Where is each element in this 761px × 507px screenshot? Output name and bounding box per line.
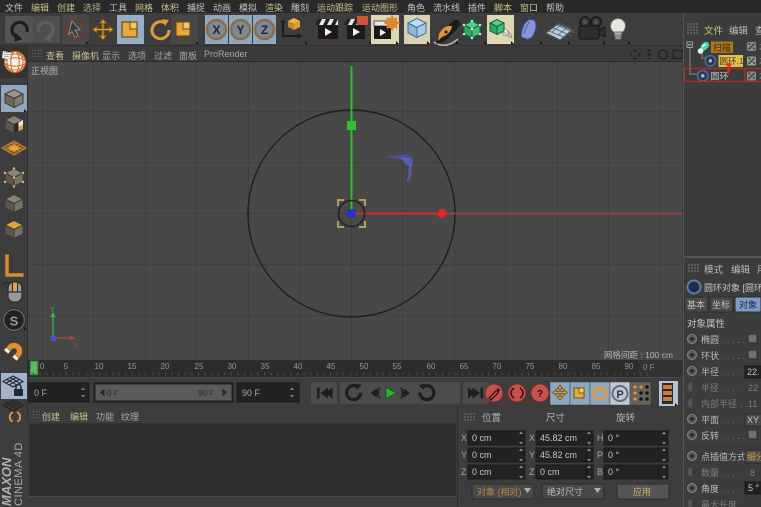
svg-text:22: 22 — [748, 383, 758, 393]
svg-text:0 F: 0 F — [34, 388, 48, 398]
svg-text:P: P — [616, 389, 623, 401]
svg-text:75: 75 — [526, 362, 535, 371]
svg-text:5 °: 5 ° — [748, 483, 760, 493]
svg-text:0 °: 0 ° — [608, 450, 620, 460]
svg-text:扫描: 扫描 — [713, 42, 731, 53]
svg-text:Y: Y — [529, 450, 535, 460]
svg-text:基本: 基本 — [687, 299, 705, 310]
svg-text:90: 90 — [625, 362, 634, 371]
svg-text:85: 85 — [592, 362, 601, 371]
svg-text:. .: . . — [740, 399, 748, 409]
svg-text:细分: 细分 — [747, 451, 761, 462]
svg-text:Y: Y — [236, 23, 244, 37]
svg-text:8: 8 — [750, 468, 755, 478]
svg-text:查: 查 — [755, 25, 761, 37]
svg-text:X: X — [529, 433, 535, 443]
svg-text:坐标: 坐标 — [712, 299, 730, 310]
svg-text:. . . .: . . . . — [722, 468, 740, 478]
svg-text:位置: 位置 — [482, 412, 501, 424]
svg-text:旋转: 旋转 — [616, 412, 636, 424]
svg-text:0 °: 0 ° — [608, 433, 620, 443]
svg-text:文件: 文件 — [704, 25, 724, 37]
svg-text:模式: 模式 — [704, 264, 724, 276]
svg-text:0 F: 0 F — [643, 363, 655, 372]
svg-text:Y: Y — [461, 450, 467, 460]
svg-text:0 cm: 0 cm — [472, 450, 492, 460]
svg-text:. . . .: . . . . — [722, 415, 740, 425]
svg-text:22.: 22. — [747, 367, 760, 377]
svg-text:编辑: 编辑 — [731, 264, 751, 276]
svg-text:65: 65 — [460, 362, 469, 371]
svg-text:90 F: 90 F — [242, 388, 261, 398]
svg-text:Z: Z — [461, 467, 467, 477]
svg-text:用: 用 — [757, 265, 761, 276]
svg-text:35: 35 — [261, 362, 270, 371]
svg-text:45: 45 — [327, 362, 336, 371]
svg-text:环状: 环状 — [701, 350, 719, 361]
svg-text:Y: Y — [50, 307, 55, 314]
svg-text:. . . . . .: . . . . . . — [722, 351, 750, 361]
svg-text:. . . . . .: . . . . . . — [722, 335, 750, 345]
svg-text:0 cm: 0 cm — [472, 467, 492, 477]
svg-text:80: 80 — [559, 362, 568, 371]
svg-text:反转: 反转 — [701, 430, 719, 441]
svg-text:. . . .: . . . . — [722, 484, 740, 494]
svg-text:?: ? — [537, 389, 543, 400]
svg-text:0 cm: 0 cm — [540, 467, 560, 477]
svg-text:40: 40 — [294, 362, 303, 371]
svg-text:. . . .: . . . . — [722, 383, 740, 393]
svg-text:0 cm: 0 cm — [472, 433, 492, 443]
svg-text:70: 70 — [493, 362, 502, 371]
svg-text:10: 10 — [95, 362, 104, 371]
svg-text:尺寸: 尺寸 — [546, 412, 566, 424]
svg-text:90 F: 90 F — [198, 389, 214, 398]
svg-text:圆环.1: 圆环.1 — [720, 56, 744, 66]
svg-text:X: X — [461, 433, 467, 443]
svg-text:50: 50 — [360, 362, 369, 371]
svg-text:Z: Z — [529, 467, 535, 477]
svg-text:H: H — [597, 433, 604, 443]
svg-text:XY: XY — [747, 415, 759, 425]
svg-text:内部半径: 内部半径 — [701, 398, 737, 409]
svg-text:S: S — [10, 314, 19, 329]
svg-text:椭圆: 椭圆 — [701, 334, 719, 345]
svg-text:数量: 数量 — [701, 467, 719, 478]
svg-text:最大长度: 最大长度 — [701, 499, 737, 507]
svg-text:30: 30 — [228, 362, 237, 371]
svg-text:15: 15 — [128, 362, 137, 371]
svg-text:P: P — [597, 450, 603, 460]
svg-text:对象 (相对): 对象 (相对) — [477, 486, 522, 497]
svg-text:60: 60 — [427, 362, 436, 371]
svg-text:55: 55 — [393, 362, 402, 371]
svg-text:. . . .: . . . . — [722, 367, 740, 377]
svg-text:0: 0 — [40, 362, 45, 371]
svg-text:应用: 应用 — [633, 486, 651, 497]
svg-text:平面: 平面 — [701, 415, 719, 425]
svg-text:20: 20 — [161, 362, 170, 371]
svg-text:圆环对象 [圆环.: 圆环对象 [圆环. — [704, 282, 761, 293]
svg-text:0 °: 0 ° — [608, 467, 620, 477]
svg-text:编辑: 编辑 — [729, 25, 749, 37]
svg-text:圆环: 圆环 — [711, 72, 729, 82]
svg-text:半径: 半径 — [701, 382, 719, 393]
svg-text:45.82 cm: 45.82 cm — [540, 433, 577, 443]
svg-text:角度: 角度 — [701, 483, 719, 494]
svg-text:对象属性: 对象属性 — [687, 318, 726, 330]
svg-text:Z: Z — [261, 23, 268, 37]
svg-text:绝对尺寸: 绝对尺寸 — [547, 486, 583, 497]
svg-text:x: x — [74, 342, 78, 349]
svg-text:B: B — [597, 467, 603, 477]
svg-text:半径: 半径 — [701, 366, 719, 377]
svg-text:25: 25 — [195, 362, 204, 371]
svg-text:11: 11 — [748, 399, 757, 409]
svg-text:对象: 对象 — [739, 299, 757, 310]
svg-text:45.82 cm: 45.82 cm — [540, 450, 577, 460]
svg-text:X: X — [212, 23, 220, 37]
svg-text:0 F: 0 F — [107, 389, 119, 398]
svg-text:点插值方式: 点插值方式 — [701, 451, 746, 462]
svg-text:. . . . . .: . . . . . . — [722, 431, 750, 441]
svg-text:5: 5 — [64, 362, 69, 371]
